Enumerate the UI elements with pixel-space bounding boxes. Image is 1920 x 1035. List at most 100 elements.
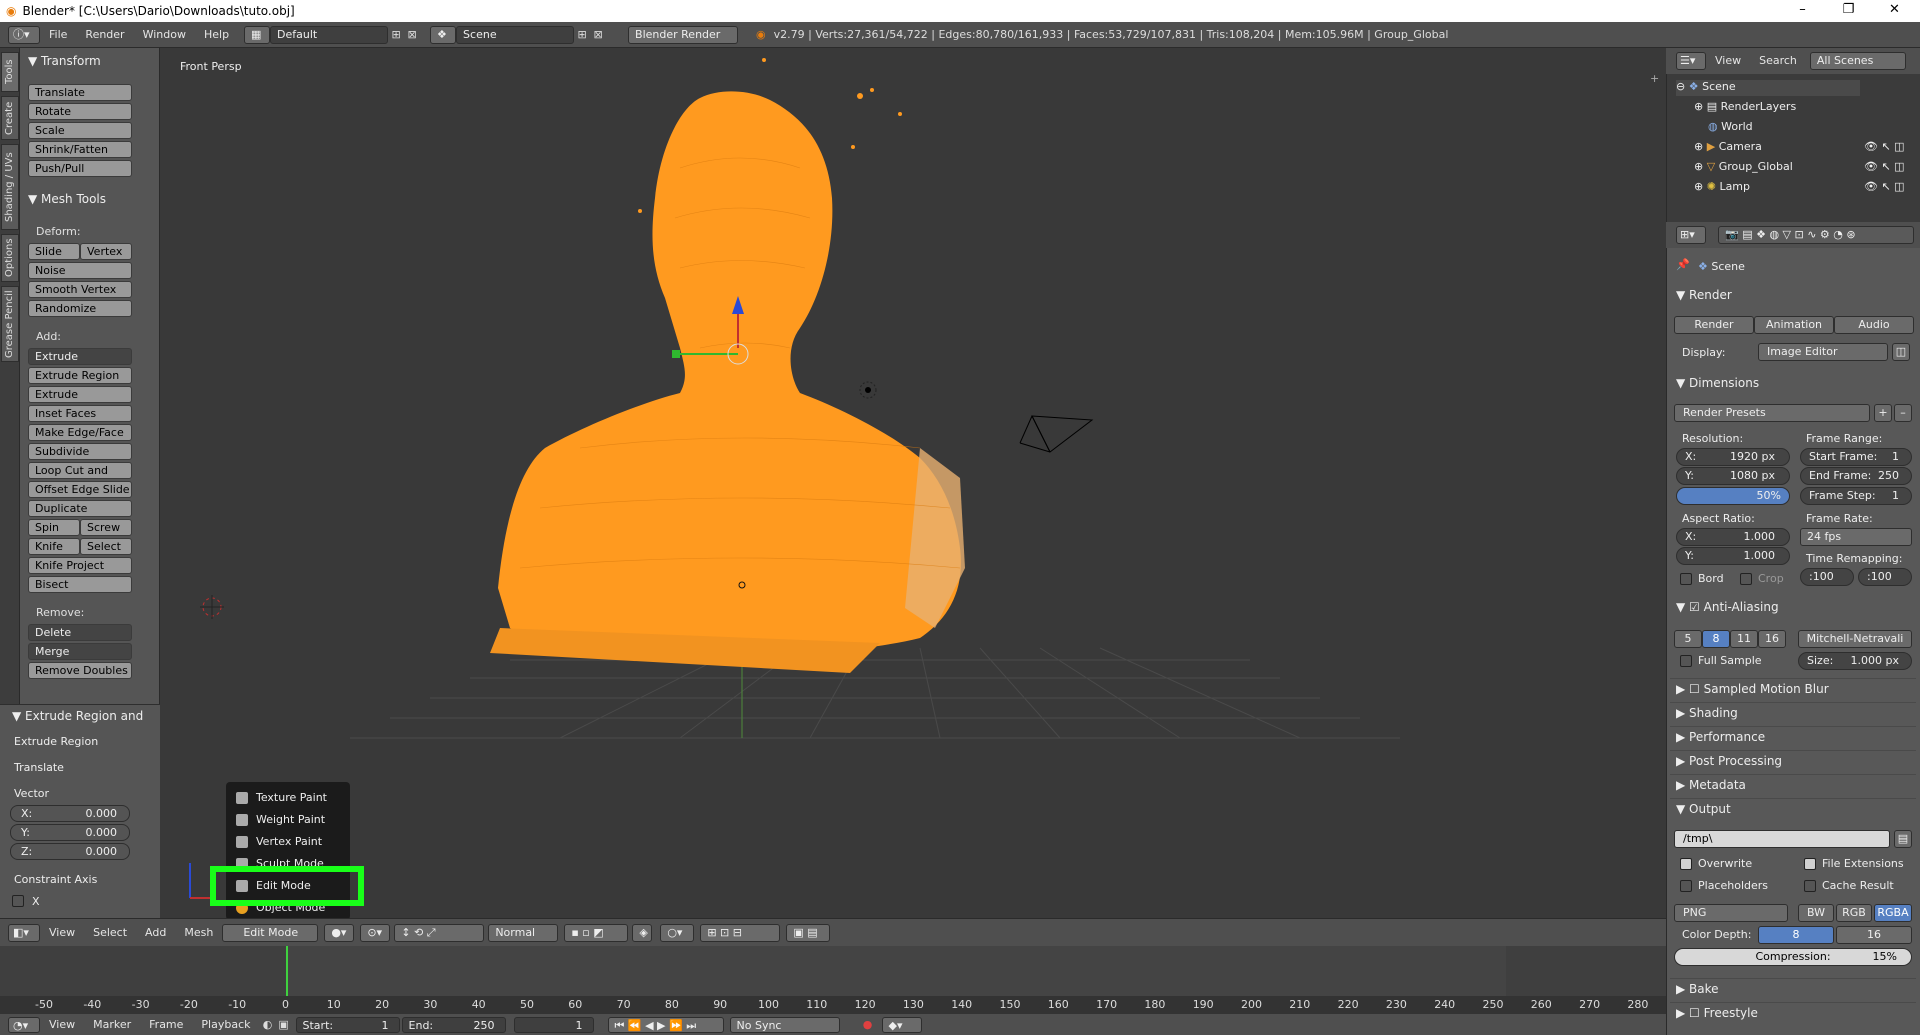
placeholders-checkbox[interactable]: [1680, 880, 1692, 892]
camera-object[interactable]: [1019, 415, 1094, 453]
3d-viewport[interactable]: [160, 48, 1666, 918]
menu-file[interactable]: File: [40, 22, 76, 48]
keying-icon[interactable]: ◐: [260, 1017, 276, 1033]
inset-faces-button[interactable]: Inset Faces: [28, 405, 132, 422]
mode-vertex-paint[interactable]: Vertex Paint: [256, 835, 322, 848]
remove-layout-icon[interactable]: ⊠: [404, 27, 420, 43]
current-frame-field[interactable]: 1: [513, 1016, 594, 1033]
bisect-button[interactable]: Bisect: [28, 576, 132, 593]
aa-samples-16[interactable]: 16: [1758, 630, 1786, 648]
frame-rate-select[interactable]: 24 fps: [1800, 528, 1912, 546]
layout-icon[interactable]: ▦: [244, 25, 271, 44]
color-rgba-button[interactable]: RGBA: [1874, 904, 1912, 922]
select-mode-icons[interactable]: ▪ ▫ ◩: [564, 923, 629, 942]
lamp-visibility-icons[interactable]: 👁 ↖ ◫: [1864, 180, 1905, 193]
res-y-field[interactable]: Y: 1080 px: [1676, 467, 1790, 485]
remove-preset-icon[interactable]: –: [1894, 404, 1912, 422]
start-frame-prop-field[interactable]: Start Frame: 1: [1800, 448, 1912, 466]
crop-checkbox[interactable]: [1740, 573, 1752, 585]
extrude-dropdown[interactable]: Extrude: [28, 348, 132, 365]
render-preview-icons[interactable]: ▣ ▤: [786, 923, 831, 942]
outliner-renderlayers-row[interactable]: ⊕ ▤ RenderLayers: [1694, 100, 1796, 113]
editor-3d-type-icon[interactable]: ◧▾: [8, 923, 40, 942]
close-button[interactable]: ✕: [1872, 0, 1917, 22]
add-layout-icon[interactable]: ⊞: [388, 27, 404, 43]
output-path-field[interactable]: /tmp\: [1674, 830, 1890, 848]
outliner-scene-row[interactable]: ⊖ ❖ Scene: [1676, 80, 1860, 96]
color-depth-16-button[interactable]: 16: [1836, 926, 1912, 944]
record-icon[interactable]: ●: [860, 1017, 876, 1033]
start-frame-field[interactable]: Start: 1: [295, 1016, 400, 1033]
display-select[interactable]: Image Editor: [1758, 343, 1888, 361]
filter-size-field[interactable]: Size: 1.000 px: [1798, 652, 1912, 670]
playback-controls[interactable]: ⏮ ⏪ ◀ ▶ ⏩ ⏭: [607, 1016, 724, 1033]
duplicate-button[interactable]: Duplicate: [28, 500, 132, 517]
file-extensions-checkbox[interactable]: [1804, 858, 1816, 870]
anti-aliasing-panel-header[interactable]: ▼ ☑ Anti-Aliasing: [1676, 600, 1779, 614]
make-edge-face-button[interactable]: Make Edge/Face: [28, 424, 132, 441]
menu-mesh[interactable]: Mesh: [175, 920, 222, 946]
performance-panel-header[interactable]: ▶ Performance: [1676, 730, 1765, 744]
randomize-button[interactable]: Randomize: [28, 300, 132, 317]
bake-panel-header[interactable]: ▶ Bake: [1676, 982, 1719, 996]
screen-layout-field[interactable]: Default: [270, 25, 389, 44]
interaction-mode-select[interactable]: Edit Mode: [222, 923, 319, 942]
constraint-x-checkbox[interactable]: [12, 895, 24, 907]
limit-selection-icon[interactable]: ◈: [632, 923, 653, 942]
menu-add[interactable]: Add: [136, 920, 175, 946]
tab-shading-uvs[interactable]: Shading / UVs: [1, 144, 19, 230]
screw-button[interactable]: Screw: [80, 519, 132, 536]
vector-y-field[interactable]: Y: 0.000: [10, 824, 130, 841]
manipulator-icons[interactable]: ↕ ⟲ ⤢: [394, 923, 485, 942]
metadata-panel-header[interactable]: ▶ Metadata: [1676, 778, 1746, 792]
render-button[interactable]: Render: [1674, 316, 1754, 334]
motion-blur-panel-header[interactable]: ▶ ☐ Sampled Motion Blur: [1676, 682, 1829, 696]
proportional-edit-icon[interactable]: ○▾: [660, 923, 695, 942]
outliner-lamp-row[interactable]: ⊕ ✺ Lamp: [1694, 180, 1750, 193]
merge-dropdown[interactable]: Merge: [28, 643, 132, 660]
maximize-button[interactable]: ❐: [1826, 0, 1871, 22]
dimensions-panel-header[interactable]: ▼ Dimensions: [1676, 376, 1759, 390]
properties-editor-icon[interactable]: ⊞▾: [1676, 226, 1706, 244]
add-scene-icon[interactable]: ⊞: [574, 27, 590, 43]
aa-samples-8[interactable]: 8: [1702, 630, 1730, 648]
remap-new-field[interactable]: :100: [1858, 568, 1912, 586]
post-processing-panel-header[interactable]: ▶ Post Processing: [1676, 754, 1782, 768]
scene-field[interactable]: Scene: [456, 25, 575, 44]
render-presets-select[interactable]: Render Presets: [1674, 404, 1870, 422]
add-preset-icon[interactable]: +: [1874, 404, 1892, 422]
remove-doubles-button[interactable]: Remove Doubles: [28, 662, 132, 679]
animation-button[interactable]: Animation: [1754, 316, 1834, 334]
translate-button[interactable]: Translate: [28, 84, 132, 101]
knife-select-button[interactable]: Select: [80, 538, 132, 555]
knife-button[interactable]: Knife: [28, 538, 80, 555]
render-engine-select[interactable]: Blender Render: [628, 25, 739, 44]
push-pull-button[interactable]: Push/Pull: [28, 160, 132, 177]
mode-weight-paint[interactable]: Weight Paint: [256, 813, 325, 826]
output-panel-header[interactable]: ▼ Output: [1676, 802, 1731, 816]
render-panel-header[interactable]: ▼ Render: [1676, 288, 1732, 302]
menu-window[interactable]: Window: [134, 22, 195, 48]
remap-old-field[interactable]: :100: [1800, 568, 1854, 586]
full-sample-checkbox[interactable]: [1680, 655, 1692, 667]
menu-view[interactable]: View: [40, 920, 84, 946]
group-visibility-icons[interactable]: 👁 ↖ ◫: [1864, 160, 1905, 173]
menu-help[interactable]: Help: [195, 22, 238, 48]
operator-panel-header[interactable]: ▼ Extrude Region and: [12, 709, 143, 723]
keyframe-type-icon[interactable]: ◆▾: [881, 1016, 922, 1033]
color-bw-button[interactable]: BW: [1798, 904, 1834, 922]
offset-edge-slide-button[interactable]: Offset Edge Slide: [28, 481, 132, 498]
editor-type-icon[interactable]: ⓘ▾: [8, 25, 40, 44]
scene-icon[interactable]: ❖: [430, 25, 457, 44]
outliner-world-row[interactable]: ◍ World: [1708, 120, 1753, 133]
res-x-field[interactable]: X: 1920 px: [1676, 448, 1790, 466]
output-folder-icon[interactable]: ▤: [1894, 830, 1912, 848]
freestyle-panel-header[interactable]: ▶ ☐ Freestyle: [1676, 1006, 1758, 1020]
display-window-icon[interactable]: ◫: [1892, 343, 1910, 361]
menu-select[interactable]: Select: [84, 920, 136, 946]
loop-cut-button[interactable]: Loop Cut and Slide: [28, 462, 132, 492]
knife-project-button[interactable]: Knife Project: [28, 557, 132, 574]
end-frame-field[interactable]: End: 250: [401, 1016, 506, 1033]
timeline-menu-marker[interactable]: Marker: [84, 1014, 140, 1035]
timeline-menu-frame[interactable]: Frame: [140, 1014, 192, 1035]
